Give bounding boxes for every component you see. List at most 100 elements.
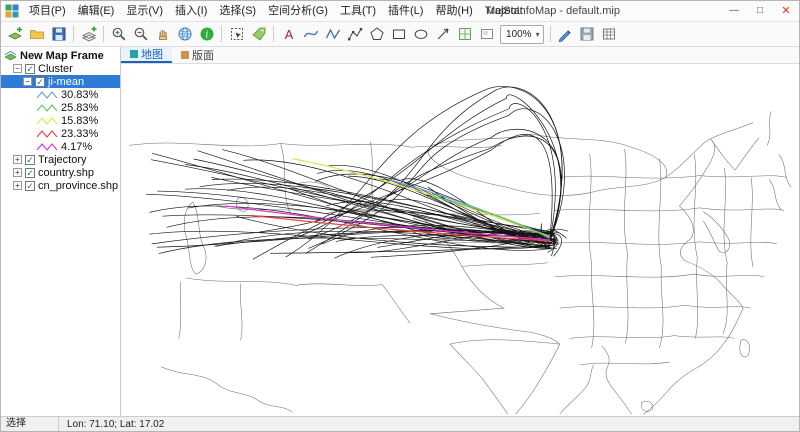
- layer-item-country[interactable]: + ✓ country.shp: [1, 166, 120, 179]
- toolbar-separator: [103, 26, 104, 42]
- layer-item-cn-province[interactable]: + ✓ cn_province.shp: [1, 179, 120, 192]
- draw-polygon-button[interactable]: [366, 24, 387, 45]
- status-coordinates: Lon: 71.10; Lat: 17.02: [59, 419, 164, 430]
- pan-button[interactable]: [152, 24, 173, 45]
- collapse-icon[interactable]: −: [13, 64, 22, 73]
- ellipse-icon: [413, 26, 429, 42]
- close-button[interactable]: ✕: [773, 1, 799, 21]
- view-tabs: 地图 版面: [121, 47, 799, 64]
- select-icon: [229, 26, 245, 42]
- expand-icon[interactable]: +: [13, 155, 22, 164]
- identify-icon: i: [199, 26, 215, 42]
- menu-tools[interactable]: 工具(T): [334, 1, 382, 21]
- save-button[interactable]: [48, 24, 69, 45]
- open-button[interactable]: [26, 24, 47, 45]
- new-map-button[interactable]: [4, 24, 25, 45]
- edit-button[interactable]: [555, 24, 576, 45]
- menu-help[interactable]: 帮助(H): [429, 1, 478, 21]
- menu-plugins[interactable]: 插件(L): [382, 1, 429, 21]
- map-canvas[interactable]: [121, 64, 799, 416]
- menu-project[interactable]: 项目(P): [23, 1, 72, 21]
- zoom-out-button[interactable]: [130, 24, 151, 45]
- select-feature-button[interactable]: [226, 24, 247, 45]
- legend-item[interactable]: 25.83%: [1, 101, 120, 114]
- legend-item[interactable]: 4.17%: [1, 140, 120, 153]
- legend-label: 25.83%: [61, 102, 98, 114]
- toolbar-separator: [273, 26, 274, 42]
- toolbar-separator: [221, 26, 222, 42]
- wind-arrow-button[interactable]: [432, 24, 453, 45]
- draw-ellipse-button[interactable]: [410, 24, 431, 45]
- save-edit-button[interactable]: [577, 24, 598, 45]
- layout-button[interactable]: [476, 24, 497, 45]
- tab-label: 版面: [192, 47, 214, 63]
- tab-map[interactable]: 地图: [121, 47, 172, 63]
- new-map-icon: [7, 26, 23, 42]
- tab-layout[interactable]: 版面: [172, 47, 223, 63]
- legend-label: 4.17%: [61, 141, 92, 153]
- label-icon: [251, 26, 267, 42]
- menu-edit[interactable]: 编辑(E): [72, 1, 121, 21]
- layout-icon: [479, 26, 495, 42]
- toolbar: i A 100% ▾: [1, 22, 799, 47]
- legend-line-icon: [37, 117, 58, 125]
- application-window: 项目(P) 编辑(E) 显示(V) 插入(I) 选择(S) 空间分析(G) 工具…: [0, 0, 800, 432]
- collapse-icon[interactable]: −: [23, 77, 32, 86]
- menu-view[interactable]: 显示(V): [120, 1, 169, 21]
- draw-curve-button[interactable]: [300, 24, 321, 45]
- menu-insert[interactable]: 插入(I): [169, 1, 213, 21]
- zoom-in-button[interactable]: [108, 24, 129, 45]
- zoom-value: 100%: [506, 29, 532, 40]
- map-frame-item[interactable]: New Map Frame: [1, 49, 120, 62]
- titlebar: 项目(P) 编辑(E) 显示(V) 插入(I) 选择(S) 空间分析(G) 工具…: [1, 1, 799, 22]
- polygon-icon: [369, 26, 385, 42]
- draw-polyline-button[interactable]: [344, 24, 365, 45]
- minimize-button[interactable]: —: [721, 1, 747, 21]
- grid-map-button[interactable]: [454, 24, 475, 45]
- legend-line-icon: [37, 130, 58, 138]
- map-pane: 地图 版面: [121, 47, 799, 416]
- add-layer-icon: [81, 26, 97, 42]
- expand-icon[interactable]: +: [13, 168, 22, 177]
- draw-zigzag-button[interactable]: [322, 24, 343, 45]
- menu-select[interactable]: 选择(S): [213, 1, 262, 21]
- layer-label: Trajectory: [38, 154, 87, 166]
- legend-line-icon: [37, 143, 58, 151]
- full-extent-icon: [177, 26, 193, 42]
- main-content: New Map Frame − ✓ Cluster − ✓ ji-mean 30…: [1, 47, 799, 416]
- add-layer-button[interactable]: [78, 24, 99, 45]
- legend-item[interactable]: 23.33%: [1, 127, 120, 140]
- full-extent-button[interactable]: [174, 24, 195, 45]
- identify-button[interactable]: i: [196, 24, 217, 45]
- curve-icon: [303, 26, 319, 42]
- layer-item-cluster[interactable]: − ✓ Cluster: [1, 62, 120, 75]
- legend-item[interactable]: 15.83%: [1, 114, 120, 127]
- label-button[interactable]: [248, 24, 269, 45]
- layer-checkbox[interactable]: ✓: [25, 155, 35, 165]
- layer-checkbox[interactable]: ✓: [25, 181, 35, 191]
- grid-map-icon: [457, 26, 473, 42]
- save-edit-icon: [579, 26, 595, 42]
- map-tab-icon: [130, 50, 138, 58]
- expand-icon[interactable]: +: [13, 181, 22, 190]
- layer-item-ji-mean[interactable]: − ✓ ji-mean: [1, 75, 120, 88]
- layer-checkbox[interactable]: ✓: [35, 77, 45, 87]
- basemap-borders: [129, 111, 791, 414]
- legend-item[interactable]: 30.83%: [1, 88, 120, 101]
- legend-label: 15.83%: [61, 115, 98, 127]
- tab-label: 地图: [141, 46, 163, 62]
- map-svg: [121, 64, 799, 416]
- layer-item-trajectory[interactable]: + ✓ Trajectory: [1, 153, 120, 166]
- draw-rectangle-button[interactable]: [388, 24, 409, 45]
- menu-spatial-analysis[interactable]: 空间分析(G): [262, 1, 334, 21]
- layer-checkbox[interactable]: ✓: [25, 168, 35, 178]
- legend-label: 23.33%: [61, 128, 98, 140]
- attribute-table-button[interactable]: [599, 24, 620, 45]
- window-title: MeteoInfoMap - default.mip: [486, 5, 620, 17]
- svg-text:A: A: [284, 27, 293, 42]
- maximize-button[interactable]: □: [747, 1, 773, 21]
- layer-checkbox[interactable]: ✓: [25, 64, 35, 74]
- text-button[interactable]: A: [278, 24, 299, 45]
- zoom-combo[interactable]: 100% ▾: [500, 25, 544, 44]
- layer-label: country.shp: [38, 167, 94, 179]
